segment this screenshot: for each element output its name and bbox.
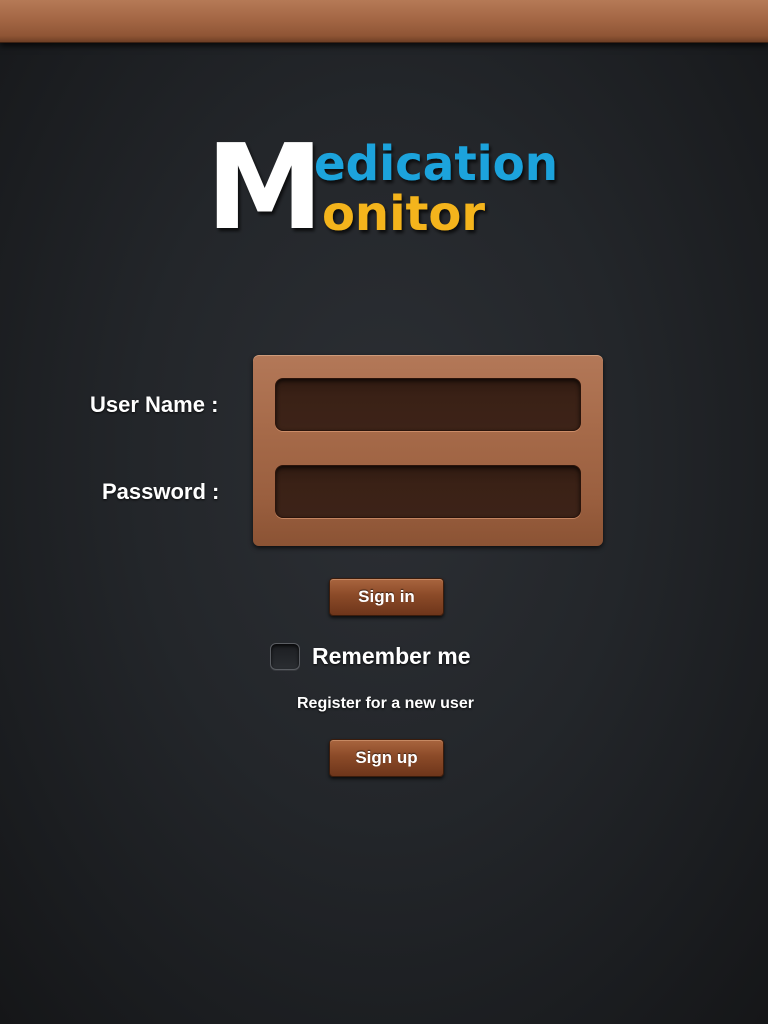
sign-in-button[interactable]: Sign in — [329, 578, 444, 616]
password-label: Password : — [102, 479, 220, 504]
logo-line2: onitor — [322, 186, 485, 240]
top-leather-bar — [0, 0, 768, 43]
register-prompt: Register for a new user — [297, 695, 474, 712]
logo-line1: edication — [314, 136, 558, 192]
remember-me-label[interactable]: Remember me — [312, 643, 471, 670]
password-field[interactable] — [275, 465, 581, 518]
remember-me-checkbox[interactable] — [270, 643, 300, 670]
username-label: User Name : — [90, 392, 219, 417]
logo-initial-m: M — [206, 128, 323, 240]
medication-monitor-logo: M edication onitor — [206, 128, 558, 240]
username-field[interactable] — [275, 378, 581, 431]
sign-up-button[interactable]: Sign up — [329, 739, 444, 777]
